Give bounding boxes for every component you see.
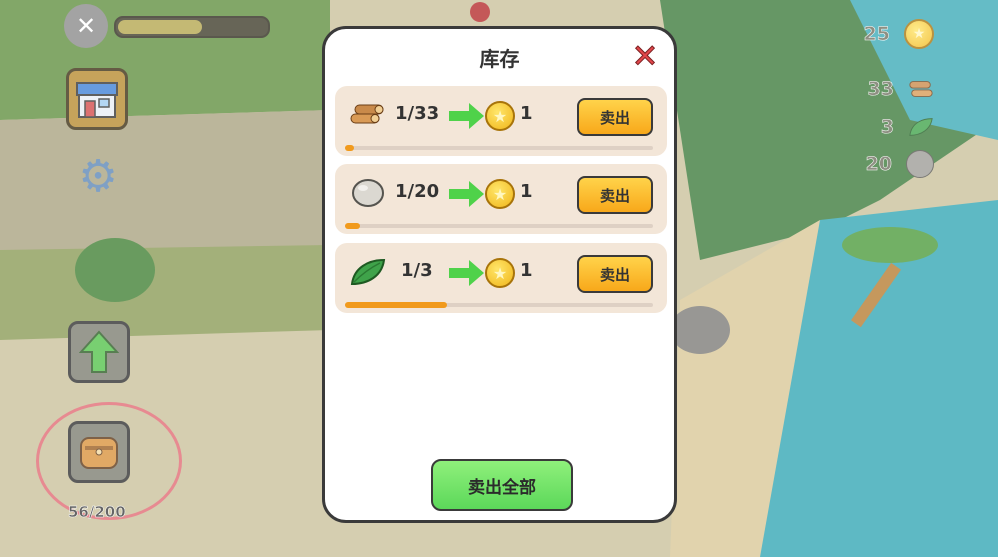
inventory-row-stone: 1/20 ★ 1 卖出 xyxy=(335,164,667,234)
item-progress-bar xyxy=(345,145,653,151)
sell-price: 1 xyxy=(520,181,533,202)
leaf-icon xyxy=(349,257,387,287)
sell-button[interactable]: 卖出 xyxy=(577,98,653,136)
item-progress-bar xyxy=(345,223,653,229)
inventory-row-wood: 1/33 ★ 1 卖出 xyxy=(335,86,667,156)
item-count: 1/20 xyxy=(395,181,440,202)
dialog-title: 库存 xyxy=(479,47,520,71)
arrow-right-icon xyxy=(449,260,484,286)
close-icon[interactable]: ✕ xyxy=(630,40,660,73)
sell-button[interactable]: 卖出 xyxy=(577,255,653,293)
coin-icon: ★ xyxy=(485,101,515,131)
arrow-right-icon xyxy=(449,103,484,129)
inventory-dialog: 库存 ✕ 1/33 ★ 1 卖出 1/20 ★ 1 卖出 1/3 ★ 1 卖出 … xyxy=(322,26,677,523)
item-progress-bar xyxy=(345,302,653,308)
coin-icon: ★ xyxy=(485,258,515,288)
item-progress-fill xyxy=(345,145,355,151)
item-count: 1/3 xyxy=(401,260,433,281)
sell-price: 1 xyxy=(520,103,533,124)
sell-price: 1 xyxy=(520,260,533,281)
item-count: 1/33 xyxy=(395,103,440,124)
arrow-right-icon xyxy=(449,181,484,207)
coin-icon: ★ xyxy=(485,179,515,209)
inventory-row-leaf: 1/3 ★ 1 卖出 xyxy=(335,243,667,313)
sell-button[interactable]: 卖出 xyxy=(577,176,653,214)
item-progress-fill xyxy=(345,302,447,308)
sell-all-button[interactable]: 卖出全部 xyxy=(431,459,573,511)
stone-icon xyxy=(349,178,387,208)
item-progress-fill xyxy=(345,223,361,229)
wood-icon xyxy=(349,100,387,130)
